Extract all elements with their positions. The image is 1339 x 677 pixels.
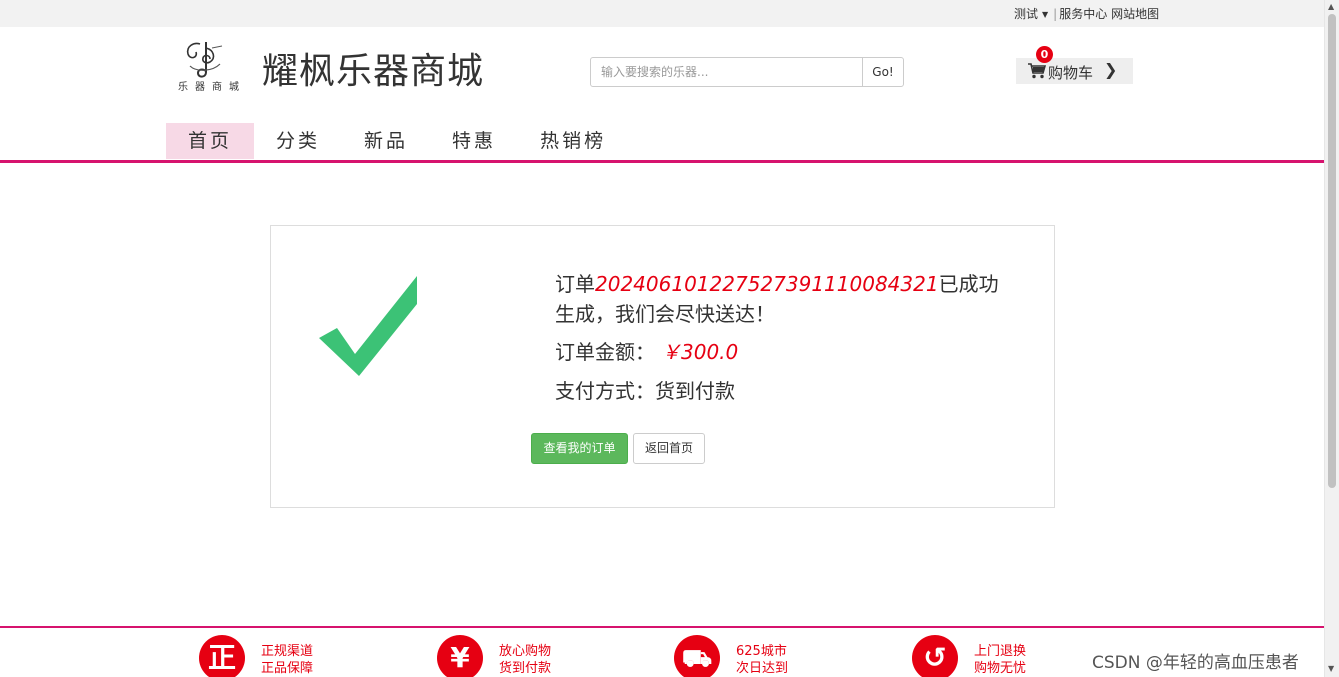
vertical-scrollbar[interactable]: ▲ ▼	[1324, 0, 1339, 677]
nav-special[interactable]: 特惠	[430, 123, 518, 159]
csdn-watermark: CSDN @年轻的高血压患者	[1092, 653, 1299, 673]
view-orders-button[interactable]: 查看我的订单	[531, 433, 628, 464]
feature-line2: 货到付款	[499, 661, 552, 676]
amount-value: ￥300.0	[661, 340, 739, 364]
yen-glyph: ¥	[450, 641, 470, 674]
scroll-thumb[interactable]	[1328, 14, 1336, 488]
sitemap-link[interactable]: 网站地图	[1111, 5, 1159, 22]
feature-line1: 放心购物	[499, 644, 552, 659]
zheng-icon: 正	[199, 635, 245, 677]
order-message: 订单202406101227527391110084321已成功生成，我们会尽快…	[555, 269, 1015, 329]
feature-line1: 625城市	[736, 644, 787, 659]
feature-line2: 购物无忧	[974, 661, 1027, 676]
search-button[interactable]: Go!	[862, 57, 904, 87]
amount-label: 订单金额：	[555, 340, 655, 364]
logo-text: 乐器商城	[178, 82, 246, 93]
feature-line1: 正规渠道	[261, 644, 314, 659]
order-amount-row: 订单金额： ￥300.0	[555, 337, 738, 367]
scroll-down-icon[interactable]: ▼	[1328, 664, 1334, 673]
feature-text: 放心购物 货到付款	[499, 643, 551, 677]
nav-category[interactable]: 分类	[254, 123, 342, 159]
return-icon: ↺	[912, 635, 958, 677]
cart-icon	[1028, 63, 1046, 79]
order-success-panel: 订单202406101227527391110084321已成功生成，我们会尽快…	[270, 225, 1055, 508]
main-nav: 首页 分类 新品 特惠 热销榜	[166, 123, 628, 159]
back-home-button[interactable]: 返回首页	[633, 433, 705, 464]
nav-new[interactable]: 新品	[342, 123, 430, 159]
divider: |	[1053, 7, 1058, 21]
check-icon	[319, 276, 417, 376]
feature-line1: 上门退换	[974, 644, 1027, 659]
truck-glyph: ⛟	[681, 644, 713, 672]
feature-text: 625城市次日达到	[736, 643, 788, 677]
scroll-up-icon[interactable]: ▲	[1328, 2, 1334, 11]
footer-divider	[0, 626, 1324, 628]
chevron-right-icon: ❯	[1104, 60, 1118, 79]
feature-line2: 正品保障	[261, 661, 314, 676]
test-menu[interactable]: 测试 ▼	[1014, 5, 1051, 22]
site-title: 耀枫乐器商城	[262, 51, 485, 92]
caret-down-icon: ▼	[1042, 10, 1049, 19]
feature-line2: 次日达到	[736, 661, 789, 676]
search-input[interactable]	[590, 57, 863, 87]
cart-button[interactable]: 购物车 ❯	[1016, 58, 1133, 84]
payment-method: 支付方式：货到付款	[555, 379, 735, 403]
feature-text: 正规渠道 正品保障	[261, 643, 313, 677]
order-number: 202406101227527391110084321	[595, 272, 939, 296]
nav-home[interactable]: 首页	[166, 123, 255, 159]
zheng-glyph: 正	[207, 641, 236, 674]
nav-divider	[0, 160, 1324, 163]
nav-bestseller[interactable]: 热销榜	[518, 123, 628, 159]
test-menu-label: 测试	[1014, 7, 1039, 21]
top-links: 测试 ▼ | 服务中心 网站地图	[1014, 5, 1159, 22]
return-glyph: ↺	[923, 641, 947, 674]
order-prefix: 订单	[555, 272, 595, 296]
truck-icon: ⛟	[674, 635, 720, 677]
service-center-link[interactable]: 服务中心	[1059, 5, 1107, 22]
cart-count-badge: 0	[1036, 46, 1053, 63]
feature-text: 上门退换 购物无忧	[974, 643, 1026, 677]
yen-icon: ¥	[437, 635, 483, 677]
cart-label: 购物车	[1048, 64, 1094, 82]
top-bar: 测试 ▼ | 服务中心 网站地图	[0, 0, 1324, 27]
